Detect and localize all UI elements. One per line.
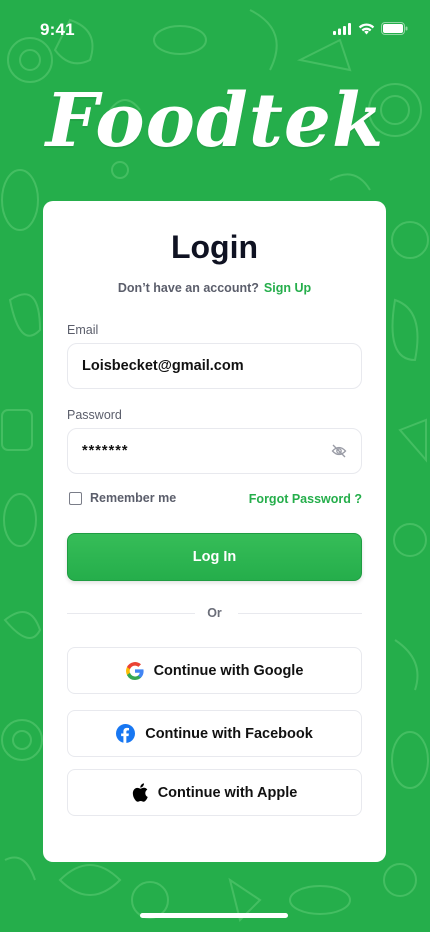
app-logo: Foodtek bbox=[45, 78, 385, 164]
wifi-icon bbox=[358, 22, 375, 34]
home-indicator bbox=[140, 913, 288, 918]
signup-prompt: Don’t have an account? bbox=[117, 281, 259, 295]
remember-me[interactable]: Remember me bbox=[69, 491, 176, 505]
eye-off-icon[interactable] bbox=[331, 443, 347, 463]
signal-icon bbox=[333, 22, 351, 35]
battery-icon bbox=[381, 22, 408, 35]
email-label: Email bbox=[67, 323, 99, 337]
remember-checkbox[interactable] bbox=[69, 491, 82, 505]
google-login-button[interactable]: Continue with Google bbox=[67, 647, 362, 694]
google-icon bbox=[125, 661, 144, 680]
divider-right bbox=[238, 613, 362, 614]
apple-login-label: Continue with Apple bbox=[157, 784, 298, 801]
apple-login-button[interactable]: Continue with Apple bbox=[67, 769, 362, 816]
login-card: Login Don’t have an account? Sign Up Emai… bbox=[43, 201, 386, 862]
signup-link[interactable]: Sign Up bbox=[264, 281, 311, 295]
status-bar: 9:41 bbox=[0, 0, 430, 60]
email-field[interactable]: Loisbecket@gmail.com bbox=[67, 343, 362, 389]
page-title: Login bbox=[170, 229, 259, 265]
facebook-login-label: Continue with Facebook bbox=[145, 725, 313, 742]
password-label: Password bbox=[67, 408, 122, 422]
facebook-login-button[interactable]: Continue with Facebook bbox=[67, 710, 362, 757]
facebook-icon bbox=[116, 724, 136, 743]
remember-label: Remember me bbox=[90, 491, 177, 505]
signup-prompt-row: Don’t have an account? Sign Up bbox=[43, 281, 386, 295]
status-time: 9:41 bbox=[40, 20, 75, 39]
status-icons bbox=[333, 22, 408, 35]
email-value: Loisbecket@gmail.com bbox=[82, 358, 244, 374]
login-button[interactable]: Log In bbox=[67, 533, 362, 581]
apple-icon bbox=[132, 783, 148, 802]
password-field[interactable]: ******* bbox=[67, 428, 362, 474]
forgot-password-link[interactable]: Forgot Password ? bbox=[249, 492, 362, 506]
password-value: ******* bbox=[82, 443, 129, 459]
google-login-label: Continue with Google bbox=[153, 662, 304, 679]
